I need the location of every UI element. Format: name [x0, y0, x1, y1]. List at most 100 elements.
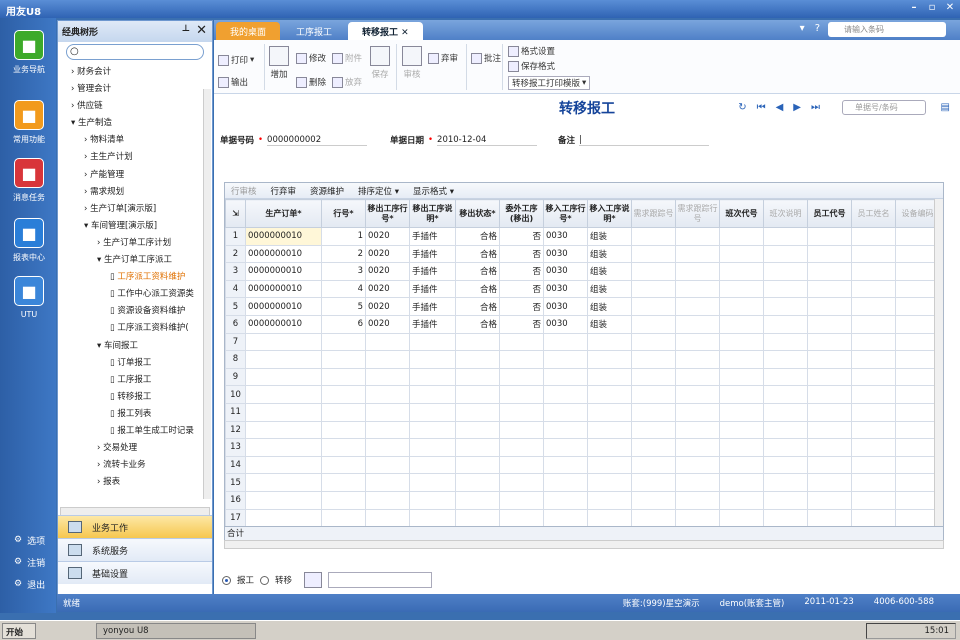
table-cell[interactable]: 手插件	[409, 314, 456, 334]
table-cell[interactable]	[895, 402, 940, 422]
table-cell[interactable]	[763, 473, 808, 492]
table-cell[interactable]	[365, 385, 410, 404]
table-cell[interactable]	[321, 438, 366, 457]
column-header[interactable]: 移出状态*	[455, 199, 500, 228]
table-row[interactable]: 17	[225, 508, 940, 528]
table-cell[interactable]	[675, 490, 720, 510]
column-header[interactable]: 需求跟踪行号	[675, 199, 720, 228]
table-cell[interactable]	[895, 314, 940, 334]
table-cell[interactable]	[365, 473, 410, 492]
tree-item[interactable]: › 供应链	[58, 98, 212, 115]
bottom-menu-item[interactable]: 业务工作	[58, 515, 212, 538]
table-cell[interactable]	[245, 350, 322, 369]
column-header[interactable]: 移出工序说明*	[409, 199, 456, 228]
table-cell[interactable]	[499, 508, 544, 528]
table-cell[interactable]	[321, 455, 366, 475]
table-cell[interactable]: 组装	[587, 227, 632, 246]
grid-toolbar-button[interactable]: 排序定位 ▾	[358, 185, 399, 197]
table-cell[interactable]	[365, 490, 410, 510]
table-cell[interactable]	[587, 332, 632, 352]
table-cell[interactable]	[587, 350, 632, 369]
table-cell[interactable]	[763, 279, 808, 299]
table-cell[interactable]	[631, 244, 676, 264]
table-cell[interactable]: 组装	[587, 297, 632, 316]
table-cell[interactable]: 合格	[455, 314, 500, 334]
table-cell[interactable]: 组装	[587, 279, 632, 299]
table-cell[interactable]: 0020	[365, 227, 410, 246]
table-cell[interactable]	[631, 473, 676, 492]
table-cell[interactable]	[675, 314, 720, 334]
table-cell[interactable]	[851, 297, 896, 316]
table-cell[interactable]	[763, 227, 808, 246]
table-cell[interactable]	[455, 332, 500, 352]
table-cell[interactable]	[807, 367, 852, 387]
table-cell[interactable]	[851, 227, 896, 246]
tree-item[interactable]: ▯ 报工列表	[58, 406, 212, 423]
table-cell[interactable]	[675, 244, 720, 264]
table-row[interactable]: 13	[225, 438, 940, 457]
tab[interactable]: 转移报工 ✕	[348, 22, 423, 40]
table-cell[interactable]	[409, 508, 456, 528]
leftnav-link[interactable]: ⚙ 退出	[14, 573, 45, 595]
table-cell[interactable]	[365, 402, 410, 422]
table-cell[interactable]: 2	[321, 244, 366, 264]
restore-icon[interactable]: ▫	[926, 2, 938, 14]
delete-button[interactable]: 删除	[296, 76, 326, 88]
table-cell[interactable]	[763, 438, 808, 457]
clock[interactable]: 15:01	[866, 623, 956, 639]
table-cell[interactable]	[895, 367, 940, 387]
grid-horizontal-scrollbar[interactable]	[224, 540, 944, 549]
table-cell[interactable]	[851, 490, 896, 510]
column-header[interactable]: 班次代号	[719, 199, 764, 228]
table-cell[interactable]	[895, 350, 940, 369]
table-row[interactable]: 11	[225, 402, 940, 422]
table-cell[interactable]: 否	[499, 314, 544, 334]
tree-item[interactable]: ▯ 转移报工	[58, 389, 212, 406]
table-row[interactable]: 9	[225, 367, 940, 387]
first-record-icon[interactable]: ⏮	[757, 102, 766, 113]
table-cell[interactable]	[543, 350, 588, 369]
column-header[interactable]: 行号*	[321, 199, 366, 228]
table-cell[interactable]	[631, 438, 676, 457]
doc-search-input[interactable]: 单据号/条码	[842, 100, 926, 115]
table-cell[interactable]	[365, 332, 410, 352]
table-cell[interactable]	[365, 350, 410, 369]
table-cell[interactable]	[807, 332, 852, 352]
tree-item[interactable]: › 生产订单[演示版]	[58, 201, 212, 218]
close-icon[interactable]: ✕	[398, 28, 409, 38]
format-setting-button[interactable]: 格式设置	[508, 45, 555, 57]
table-cell[interactable]	[409, 490, 456, 510]
table-cell[interactable]	[807, 279, 852, 299]
table-cell[interactable]	[719, 402, 764, 422]
table-cell[interactable]: 否	[499, 279, 544, 299]
table-cell[interactable]	[719, 314, 764, 334]
table-cell[interactable]: 0000000010	[245, 227, 322, 246]
table-cell[interactable]	[631, 367, 676, 387]
table-cell[interactable]	[675, 350, 720, 369]
doc-date-input[interactable]: 2010-12-04	[437, 135, 538, 146]
table-cell[interactable]	[631, 227, 676, 246]
table-cell[interactable]	[807, 473, 852, 492]
table-row[interactable]: 16	[225, 490, 940, 510]
table-cell[interactable]	[543, 385, 588, 404]
table-row[interactable]: 10	[225, 385, 940, 404]
tree-item[interactable]: › 主生产计划	[58, 149, 212, 166]
table-cell[interactable]: 0020	[365, 279, 410, 299]
tree-item[interactable]: › 财务会计	[58, 64, 212, 81]
tree-item[interactable]: ▾ 生产制造	[58, 115, 212, 132]
table-cell[interactable]	[763, 490, 808, 510]
table-cell[interactable]	[245, 332, 322, 352]
last-record-icon[interactable]: ⏭	[811, 102, 820, 113]
leftnav-link[interactable]: ⚙ 选项	[14, 529, 45, 551]
table-cell[interactable]	[675, 508, 720, 528]
barcode-search-input[interactable]: 请输入条码	[828, 22, 946, 37]
column-header[interactable]: 员工姓名	[851, 199, 896, 228]
table-cell[interactable]	[455, 490, 500, 510]
tree-search-input[interactable]: ○	[66, 44, 204, 60]
table-cell[interactable]	[675, 420, 720, 440]
table-cell[interactable]	[719, 508, 764, 528]
tree-item[interactable]: › 生产订单工序计划	[58, 235, 212, 252]
table-cell[interactable]: 0020	[365, 262, 410, 281]
table-cell[interactable]	[631, 508, 676, 528]
table-cell[interactable]: 0020	[365, 314, 410, 334]
